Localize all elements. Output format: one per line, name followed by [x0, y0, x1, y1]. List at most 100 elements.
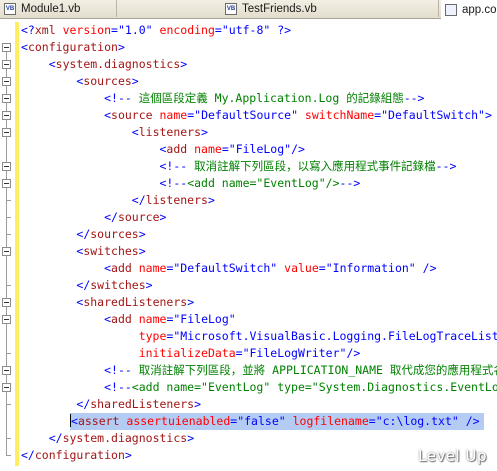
- code-token: <!--: [104, 91, 132, 105]
- code-line[interactable]: <!-- 取消註解下列區段，並將 APPLICATION_NAME 取代成您的應…: [21, 362, 497, 379]
- code-token: ?>: [270, 23, 292, 37]
- code-token: "DefaultSwitch": [173, 261, 278, 275]
- code-line[interactable]: <add name="DefaultSwitch" value="Informa…: [21, 260, 436, 277]
- code-line[interactable]: </source>: [21, 209, 166, 226]
- code-token: <: [104, 312, 112, 326]
- collapse-toggle-icon[interactable]: [2, 128, 11, 137]
- vb-file-icon: VB: [4, 2, 16, 15]
- code-line[interactable]: <configuration>: [21, 39, 125, 56]
- code-token: assertuienabled: [119, 414, 231, 428]
- code-line[interactable]: <add name="FileLog": [21, 311, 236, 328]
- collapse-toggle-icon[interactable]: [2, 43, 11, 52]
- code-line[interactable]: </sharedListeners>: [21, 396, 201, 413]
- code-token: >: [117, 40, 125, 54]
- code-token: initializeData: [138, 346, 236, 360]
- code-token: <: [48, 57, 56, 71]
- code-token: sharedListeners: [83, 295, 188, 309]
- code-token: "FileLog": [173, 312, 236, 326]
- code-token: xml: [34, 23, 56, 37]
- collapse-toggle-icon[interactable]: [2, 162, 11, 171]
- change-indicator-bar: [15, 22, 19, 466]
- code-token: "FileLogWriter": [242, 346, 347, 360]
- code-token: add: [111, 261, 132, 275]
- code-line[interactable]: <!-- 這個區段定義 My.Application.Log 的記錄組態-->: [21, 90, 424, 107]
- code-token: "false": [237, 414, 286, 428]
- tab-module1-vb[interactable]: VB Module1.vb: [0, 0, 117, 17]
- code-line[interactable]: <add name="FileLog"/>: [21, 141, 304, 158]
- code-line[interactable]: <!--<add name="EventLog" type="System.Di…: [21, 379, 497, 396]
- collapse-toggle-icon[interactable]: [2, 298, 11, 307]
- selected-code-line[interactable]: <assert assertuienabled = "false" logfilen…: [70, 413, 484, 430]
- code-line[interactable]: </listeners>: [21, 192, 215, 209]
- code-token: >: [187, 295, 195, 309]
- code-token: <: [104, 261, 112, 275]
- code-token: =: [318, 261, 326, 275]
- code-line[interactable]: </system.diagnostics>: [21, 430, 194, 447]
- code-token: >: [131, 74, 139, 88]
- code-token: switchName: [298, 108, 375, 122]
- collapse-toggle-icon[interactable]: [2, 111, 11, 120]
- tab-app-config[interactable]: app.co: [441, 0, 497, 19]
- fold-end-mark: [6, 234, 11, 235]
- code-token: 取消註解下列區段，並將 APPLICATION_NAME 取代成您的應用程式名稱: [131, 363, 497, 377]
- fold-end-mark: [6, 285, 11, 286]
- code-token: -->: [435, 159, 457, 173]
- code-token: type: [138, 329, 167, 343]
- code-token: "DefaultSwitch": [381, 108, 485, 122]
- code-line[interactable]: <!--<add name="EventLog"/>-->: [21, 175, 360, 192]
- code-line[interactable]: <?xml version="1.0" encoding="utf-8" ?>: [21, 22, 291, 39]
- code-token: </: [48, 431, 63, 445]
- code-line[interactable]: </sources>: [21, 226, 145, 243]
- code-token: <: [21, 40, 28, 54]
- code-token: </: [76, 227, 91, 241]
- collapse-toggle-icon[interactable]: [2, 179, 11, 188]
- collapse-toggle-icon[interactable]: [2, 315, 11, 324]
- code-line[interactable]: </switches>: [21, 277, 152, 294]
- code-token: name: [187, 142, 222, 156]
- collapse-toggle-icon[interactable]: [2, 60, 11, 69]
- code-line[interactable]: <!-- 取消註解下列區段，以寫入應用程式事件記錄檔-->: [21, 158, 456, 175]
- code-token: >: [484, 108, 492, 122]
- code-line[interactable]: <source name="DefaultSource" switchName=…: [21, 107, 492, 124]
- fold-guide-line: [6, 324, 7, 353]
- fold-end-mark: [6, 200, 11, 201]
- collapse-toggle-icon[interactable]: [2, 383, 11, 392]
- code-token: listeners: [138, 125, 202, 139]
- code-line[interactable]: <listeners>: [21, 124, 208, 141]
- code-token: "utf-8": [221, 23, 271, 37]
- code-line[interactable]: </configuration>: [21, 447, 132, 464]
- code-token: <: [104, 108, 112, 122]
- collapse-toggle-icon[interactable]: [2, 366, 11, 375]
- code-editor[interactable]: <?xml version="1.0" encoding="utf-8" ?> <…: [0, 19, 497, 471]
- fold-end-mark: [6, 217, 11, 218]
- code-token: >: [159, 210, 167, 224]
- code-line[interactable]: initializeData="FileLogWriter"/>: [21, 345, 361, 362]
- code-token: source: [111, 108, 153, 122]
- collapse-toggle-icon[interactable]: [2, 247, 11, 256]
- code-token: =: [221, 142, 229, 156]
- code-token: </: [76, 278, 91, 292]
- fold-end-mark: [6, 404, 11, 405]
- code-token: </: [104, 210, 118, 224]
- editor-window: VB Module1.vb VB TestFriends.vb app.co <…: [0, 0, 497, 471]
- code-token: >: [180, 57, 188, 71]
- code-line[interactable]: <sharedListeners>: [21, 294, 194, 311]
- vb-file-icon: VB: [225, 2, 237, 15]
- code-line[interactable]: <sources>: [21, 73, 139, 90]
- code-token: <!--: [159, 176, 188, 190]
- code-token: "DefaultSource": [194, 108, 298, 122]
- fold-end-mark: [6, 455, 11, 456]
- code-token: "Microsoft.VisualBasic.Logging.FileLogTr…: [173, 329, 497, 343]
- code-line[interactable]: <switches>: [21, 243, 145, 260]
- fold-end-mark: [6, 353, 11, 354]
- code-token: encoding: [152, 23, 215, 37]
- collapse-toggle-icon[interactable]: [2, 94, 11, 103]
- tab-label: TestFriends.vb: [242, 2, 317, 15]
- code-line[interactable]: type="Microsoft.VisualBasic.Logging.File…: [21, 328, 497, 345]
- code-token: <add name="EventLog"/>: [187, 176, 340, 190]
- code-line[interactable]: <system.diagnostics>: [21, 56, 188, 73]
- collapse-toggle-icon[interactable]: [2, 77, 11, 86]
- code-token: value: [277, 261, 319, 275]
- tab-testfriends-vb[interactable]: VB TestFriends.vb: [221, 0, 439, 17]
- code-token: </: [131, 193, 146, 207]
